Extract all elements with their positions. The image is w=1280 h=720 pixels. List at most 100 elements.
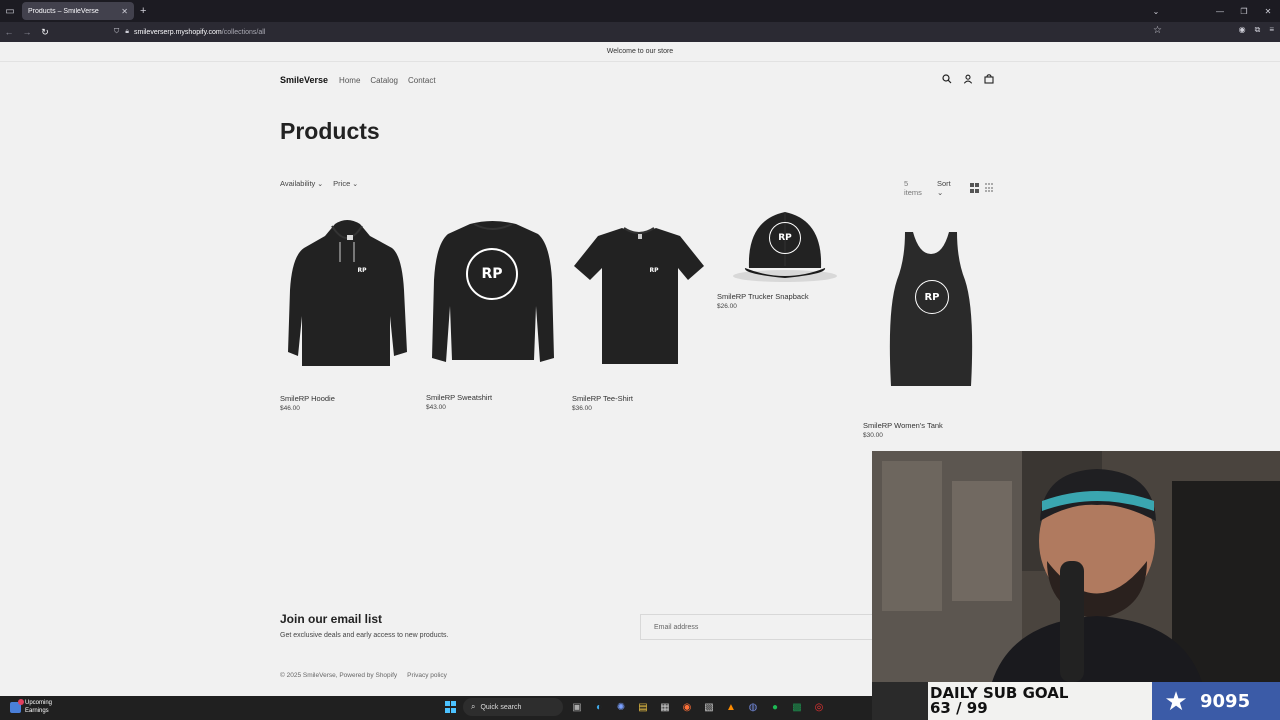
product-image[interactable]	[280, 210, 414, 375]
sort-dropdown[interactable]: Sort ⌄	[937, 179, 958, 197]
grid-view-2-icon[interactable]	[969, 183, 979, 193]
product-name[interactable]: SmileRP Sweatshirt	[426, 393, 492, 402]
star-icon: ★	[1164, 685, 1188, 716]
privacy-policy-link[interactable]: Privacy policy	[407, 672, 447, 679]
filter-availability[interactable]: Availability ⌄	[280, 179, 323, 188]
browser-tab-bar: ▭ Products – SmileVerse ✕ + ⌄ — ❐ ✕	[0, 0, 1280, 22]
product-price: $30.00	[863, 432, 883, 439]
forward-icon[interactable]: →	[18, 27, 36, 37]
product-logo: RP	[915, 280, 949, 314]
photos-icon[interactable]: ▧	[701, 699, 717, 715]
tab-list-chevron-icon[interactable]: ⌄	[1144, 7, 1168, 16]
goal-progress-bar	[872, 682, 928, 720]
email-signup: Join our email list Get exclusive deals …	[280, 612, 448, 639]
excel-icon[interactable]: ▩	[789, 699, 805, 715]
filter-label: Price	[333, 179, 351, 188]
product-logo: RP	[357, 266, 367, 274]
restore-icon[interactable]: ❐	[1232, 7, 1256, 16]
chevron-down-icon: ⌄	[352, 181, 359, 188]
bookmark-star-icon[interactable]: ☆	[1153, 25, 1162, 36]
earnings-icon	[10, 698, 24, 713]
account-icon[interactable]: ◉	[1239, 25, 1246, 35]
goal-text: DAILY SUB GOAL 63 / 99	[930, 686, 1068, 716]
back-icon[interactable]: ←	[0, 27, 18, 37]
store-header: SmileVerse Home Catalog Contact	[280, 72, 1000, 88]
file-explorer-icon[interactable]: ▤	[635, 699, 651, 715]
minimize-icon[interactable]: —	[1208, 7, 1232, 16]
notification-badge	[18, 698, 24, 705]
taskbar-search[interactable]: ⌕ Quick search	[463, 698, 563, 716]
tracking-shield-icon[interactable]: ⛉	[114, 28, 119, 36]
task-view-icon[interactable]: ▣	[569, 699, 585, 715]
close-window-icon[interactable]: ✕	[1256, 7, 1280, 16]
search-icon: ⌕	[471, 702, 476, 711]
sort-label: Sort	[936, 179, 951, 188]
footer: © 2025 SmileVerse, Powered by Shopify Pr…	[280, 672, 447, 679]
product-card-tank[interactable]: RP SmileRP Women's Tank $30.00	[863, 210, 997, 445]
menu-item-catalog[interactable]: Catalog	[370, 76, 398, 85]
chrome-icon[interactable]: ◎	[811, 699, 827, 715]
windows-start-icon[interactable]	[445, 701, 457, 713]
close-tab-icon[interactable]: ✕	[121, 7, 128, 16]
chevron-down-icon: ⌄	[936, 188, 944, 197]
item-count: 5 items	[904, 179, 922, 197]
vlc-icon[interactable]: ▲	[723, 699, 739, 715]
store-icon[interactable]: ▦	[657, 699, 673, 715]
toolbar-icons: ◉ ⧉ ≡	[1239, 25, 1274, 35]
url-bar[interactable]: ⛉ 🔒︎ smileverserp.myshopify.com/collecti…	[114, 24, 1168, 40]
reload-icon[interactable]: ↻	[36, 27, 54, 38]
product-card-tee[interactable]: RP SmileRP Tee-Shirt $36.00	[572, 210, 706, 415]
lock-icon[interactable]: 🔒︎	[125, 28, 129, 36]
announcement-bar: Welcome to our store	[0, 42, 1280, 62]
extensions-icon[interactable]: ⧉	[1255, 25, 1261, 35]
filter-label: Availability	[280, 179, 316, 188]
taskbar-apps: ⌕ Quick search ▣ ◐ ✺ ▤ ▦ ◉ ▧ ▲ ◍ ● ▩ ◎	[445, 698, 827, 716]
copyright: © 2025 SmileVerse, Powered by Shopify	[280, 672, 398, 679]
firefox-icon[interactable]: ◉	[679, 699, 695, 715]
taskbar: Upcoming Earnings ⌕ Quick search ▣ ◐ ✺ ▤…	[0, 696, 872, 720]
main-menu: Home Catalog Contact	[339, 76, 436, 85]
discord-icon[interactable]: ◍	[745, 699, 761, 715]
earnings-widget[interactable]: Upcoming Earnings	[10, 698, 52, 715]
goal-progress: 63 / 99	[930, 699, 988, 717]
search-icon[interactable]	[942, 74, 952, 84]
webcam-feed	[872, 451, 1280, 682]
filter-price[interactable]: Price ⌄	[333, 179, 358, 188]
product-name[interactable]: SmileRP Hoodie	[280, 394, 335, 403]
menu-icon[interactable]: ≡	[1269, 25, 1274, 35]
search-label: Quick search	[480, 703, 522, 711]
product-image[interactable]	[572, 210, 706, 375]
email-title: Join our email list	[280, 612, 383, 626]
product-name[interactable]: SmileRP Tee-Shirt	[572, 394, 633, 403]
new-tab-icon[interactable]: +	[140, 5, 146, 17]
menu-item-contact[interactable]: Contact	[408, 76, 436, 85]
product-price: $36.00	[572, 405, 592, 412]
store-logo[interactable]: SmileVerse	[280, 75, 328, 85]
browser-tab[interactable]: Products – SmileVerse ✕	[22, 2, 134, 20]
goal-number: 9095	[1200, 690, 1251, 712]
email-input[interactable]: Email address	[640, 614, 880, 640]
chevron-down-icon: ⌄	[317, 181, 324, 188]
product-price: $26.00	[717, 303, 737, 310]
product-price: $46.00	[280, 405, 300, 412]
product-logo: RP	[466, 248, 518, 300]
cart-icon[interactable]	[984, 74, 994, 84]
sort-bar: 5 items Sort ⌄	[904, 179, 1000, 197]
product-name[interactable]: SmileRP Women's Tank	[863, 421, 943, 430]
url-path: /collections/all	[221, 28, 266, 36]
grid-view-3-icon[interactable]	[985, 183, 994, 193]
product-card-hoodie[interactable]: RP SmileRP Hoodie $46.00	[280, 210, 414, 415]
account-icon[interactable]	[963, 74, 973, 84]
product-card-sweatshirt[interactable]: RP SmileRP Sweatshirt $43.00	[426, 210, 560, 415]
product-name[interactable]: SmileRP Trucker Snapback	[717, 292, 809, 301]
copilot-icon[interactable]: ✺	[613, 699, 629, 715]
product-logo: RP	[649, 266, 659, 274]
spotify-icon[interactable]: ●	[767, 699, 783, 715]
product-price: $43.00	[426, 404, 446, 411]
edge-icon[interactable]: ◐	[591, 699, 607, 715]
header-icons	[942, 74, 994, 84]
menu-item-home[interactable]: Home	[339, 76, 360, 85]
sidebar-toggle-icon[interactable]: ▭	[0, 0, 20, 22]
window-controls: ⌄ — ❐ ✕	[1144, 0, 1280, 22]
product-card-snapback[interactable]: RP SmileRP Trucker Snapback $26.00	[717, 208, 851, 318]
